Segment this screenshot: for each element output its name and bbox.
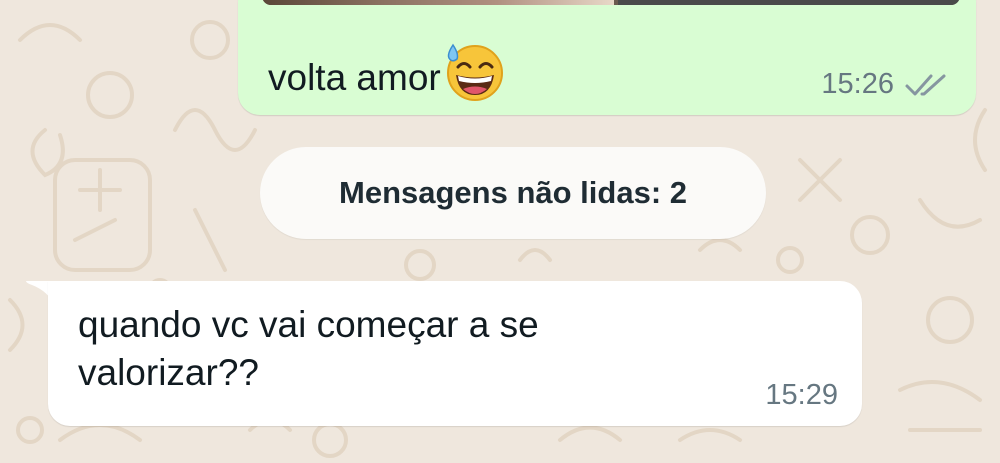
grinning-face-with-sweat-icon [443, 40, 507, 104]
media-preview-right [618, 0, 960, 5]
media-preview-strip[interactable] [262, 0, 960, 5]
double-check-icon [904, 72, 950, 98]
media-preview-left [262, 0, 614, 5]
incoming-message-bubble[interactable]: quando vc vai começar a se valorizar?? 1… [48, 281, 862, 426]
unread-messages-label: Mensagens não lidas: 2 [339, 175, 687, 210]
outgoing-message-text-content: volta amor [268, 57, 441, 98]
incoming-message-text: quando vc vai começar a se valorizar?? [78, 304, 539, 393]
incoming-message-time: 15:29 [765, 379, 838, 411]
outgoing-message-bubble[interactable]: volta amor 15:26 [238, 0, 976, 115]
unread-messages-divider: Mensagens não lidas: 2 [260, 147, 766, 239]
outgoing-message-text: volta amor [268, 40, 507, 104]
outgoing-message-meta: 15:26 [821, 68, 950, 101]
outgoing-message-time: 15:26 [821, 68, 894, 100]
